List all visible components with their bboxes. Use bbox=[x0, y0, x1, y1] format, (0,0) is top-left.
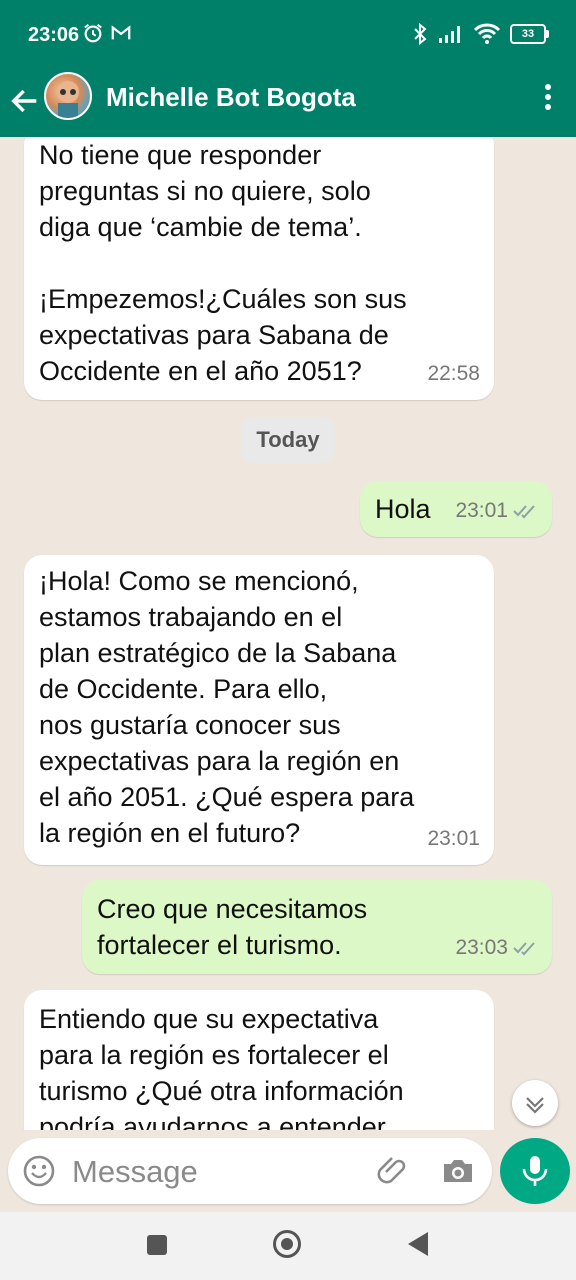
message-incoming[interactable]: No tiene que responder preguntas si no q… bbox=[24, 137, 494, 400]
chat-area[interactable]: No tiene que responder preguntas si no q… bbox=[0, 137, 576, 1130]
message-time: 22:58 bbox=[427, 362, 480, 385]
scroll-down-button[interactable] bbox=[512, 1080, 558, 1126]
battery-indicator: 33 bbox=[510, 24, 549, 44]
message-text: Entiendo que su expectativa para la regi… bbox=[39, 1004, 404, 1130]
message-incoming[interactable]: ¡Hola! Como se mencionó, estamos trabaja… bbox=[24, 555, 494, 865]
home-button[interactable] bbox=[273, 1230, 301, 1258]
message-time: 23:01 bbox=[455, 499, 508, 522]
chat-title[interactable]: Michelle Bot Bogota bbox=[106, 82, 356, 113]
alarm-icon bbox=[84, 23, 102, 43]
message-text: No tiene que responder preguntas si no q… bbox=[39, 140, 407, 386]
chat-header: Michelle Bot Bogota bbox=[0, 70, 576, 137]
system-nav-bar bbox=[0, 1212, 576, 1280]
overflow-menu-icon[interactable] bbox=[542, 82, 554, 112]
system-back-button[interactable] bbox=[408, 1232, 428, 1256]
robot-avatar-icon bbox=[57, 81, 79, 118]
message-incoming[interactable]: Entiendo que su expectativa para la regi… bbox=[24, 990, 494, 1130]
emoji-icon[interactable] bbox=[22, 1154, 56, 1188]
status-bar: 23:06 33 bbox=[0, 0, 576, 70]
status-time: 23:06 bbox=[28, 24, 80, 46]
message-text: ¡Hola! Como se mencionó, estamos trabaja… bbox=[39, 566, 415, 848]
double-check-icon bbox=[513, 942, 535, 956]
attach-icon[interactable] bbox=[376, 1152, 412, 1188]
date-chip: Today bbox=[241, 417, 335, 463]
bluetooth-icon bbox=[414, 22, 427, 46]
signal-icon bbox=[439, 26, 460, 43]
message-composer bbox=[8, 1138, 492, 1204]
avatar[interactable] bbox=[44, 72, 92, 120]
recent-apps-button[interactable] bbox=[147, 1235, 167, 1255]
message-outgoing[interactable]: Creo que necesitamos fortalecer el turis… bbox=[82, 880, 552, 974]
double-check-icon bbox=[513, 505, 535, 519]
mic-button[interactable] bbox=[500, 1138, 570, 1204]
camera-icon[interactable] bbox=[440, 1154, 476, 1188]
back-arrow-icon[interactable] bbox=[8, 84, 42, 118]
message-outgoing[interactable]: Hola 23:01 bbox=[360, 481, 552, 537]
mic-icon bbox=[522, 1156, 548, 1186]
gmail-icon bbox=[111, 25, 131, 40]
message-time: 23:03 bbox=[455, 936, 508, 959]
wifi-icon bbox=[474, 23, 500, 44]
message-time: 23:01 bbox=[427, 827, 480, 850]
chevron-down-icon bbox=[526, 1097, 544, 1114]
message-input[interactable] bbox=[70, 1148, 374, 1196]
